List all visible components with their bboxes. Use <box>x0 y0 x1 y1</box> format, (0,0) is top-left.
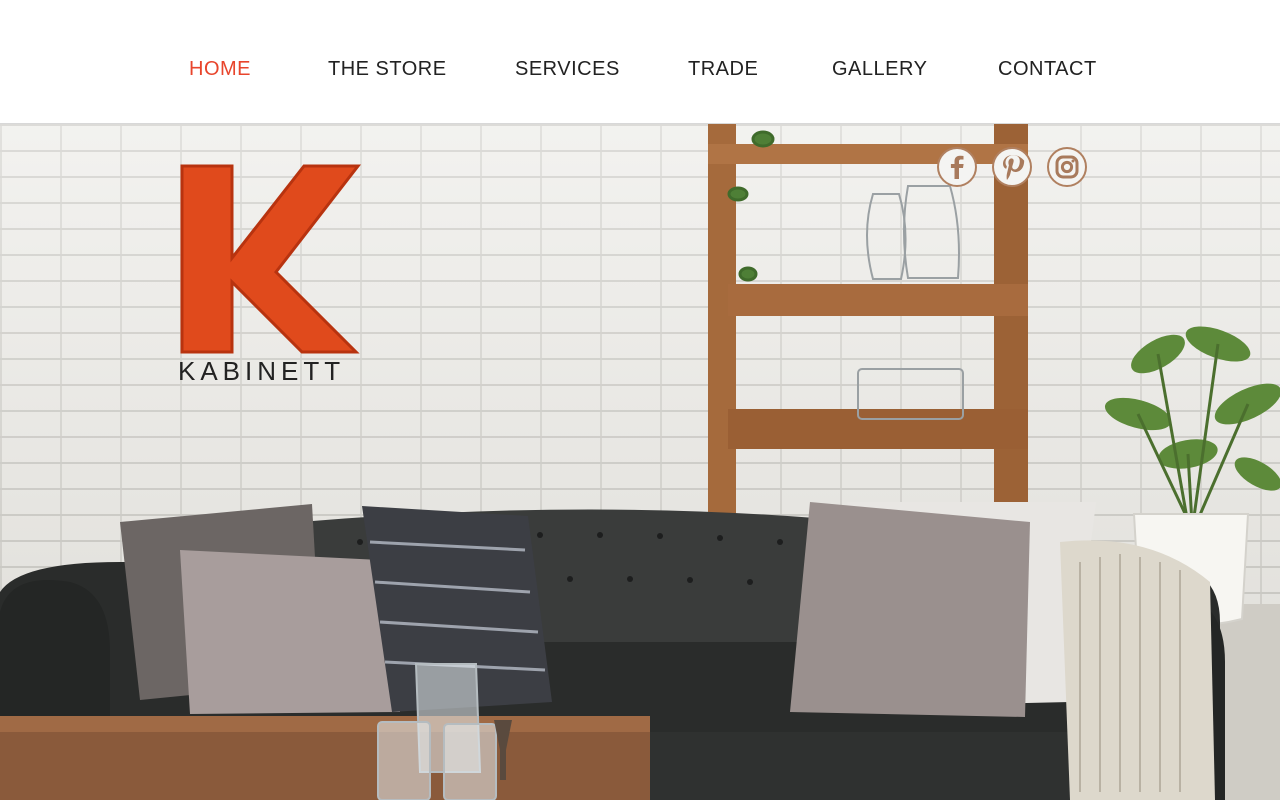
coffee-table-image <box>0 716 650 800</box>
site-header: HOME THE STORE SERVICES TRADE GALLERY CO… <box>0 0 1280 124</box>
nav-home[interactable]: HOME <box>189 58 251 81</box>
main-navigation: HOME THE STORE SERVICES TRADE GALLERY CO… <box>0 0 1280 123</box>
facebook-icon[interactable] <box>937 147 977 187</box>
glassware-image <box>377 663 512 800</box>
nav-the-store[interactable]: THE STORE <box>328 58 447 81</box>
pinterest-icon[interactable] <box>992 147 1032 187</box>
hero-banner: KABINETT <box>0 124 1280 800</box>
kabinett-logo[interactable]: KABINETT <box>178 162 363 384</box>
nav-trade[interactable]: TRADE <box>688 58 758 81</box>
nav-services[interactable]: SERVICES <box>515 58 620 81</box>
logo-wordmark: KABINETT <box>178 356 345 384</box>
instagram-icon[interactable] <box>1047 147 1087 187</box>
nav-gallery[interactable]: GALLERY <box>832 58 927 81</box>
nav-contact[interactable]: CONTACT <box>998 58 1097 81</box>
